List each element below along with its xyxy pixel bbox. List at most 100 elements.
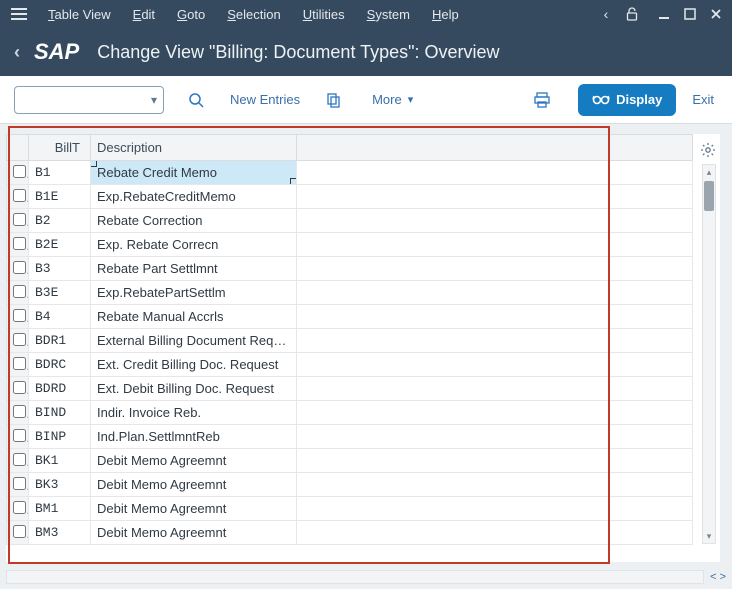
cell-description[interactable]: Ind.Plan.SettlmntReb xyxy=(91,425,297,449)
cell-billt[interactable]: B2E xyxy=(29,233,91,257)
row-select-cell[interactable] xyxy=(7,377,29,401)
cell-description[interactable]: External Billing Document Requ… xyxy=(91,329,297,353)
row-checkbox[interactable] xyxy=(13,381,26,394)
row-checkbox[interactable] xyxy=(13,429,26,442)
table-row[interactable]: B1Rebate Credit Memo xyxy=(7,161,693,185)
prev-icon[interactable]: ‹ xyxy=(598,6,614,22)
scroll-up-icon[interactable]: ▴ xyxy=(703,165,715,179)
cell-billt[interactable]: B1 xyxy=(29,161,91,185)
row-checkbox[interactable] xyxy=(13,237,26,250)
cell-description[interactable]: Rebate Credit Memo xyxy=(91,161,297,185)
exit-button[interactable]: Exit xyxy=(688,86,718,113)
horizontal-scrollbar[interactable] xyxy=(6,570,704,584)
row-checkbox[interactable] xyxy=(13,357,26,370)
display-button[interactable]: Display xyxy=(578,84,676,116)
cell-description[interactable]: Rebate Correction xyxy=(91,209,297,233)
row-checkbox[interactable] xyxy=(13,453,26,466)
table-row[interactable]: B3Rebate Part Settlmnt xyxy=(7,257,693,281)
table-row[interactable]: B1EExp.RebateCreditMemo xyxy=(7,185,693,209)
table-row[interactable]: B3EExp.RebatePartSettlm xyxy=(7,281,693,305)
table-row[interactable]: BM1Debit Memo Agreemnt xyxy=(7,497,693,521)
copy-as-icon[interactable] xyxy=(320,86,348,114)
more-button[interactable]: More ▾ xyxy=(366,86,419,113)
row-checkbox[interactable] xyxy=(13,501,26,514)
row-select-cell[interactable] xyxy=(7,497,29,521)
table-row[interactable]: B2Rebate Correction xyxy=(7,209,693,233)
cell-billt[interactable]: BM1 xyxy=(29,497,91,521)
row-select-cell[interactable] xyxy=(7,257,29,281)
menu-selection[interactable]: Selection xyxy=(217,3,290,26)
search-icon[interactable] xyxy=(182,86,210,114)
row-select-cell[interactable] xyxy=(7,353,29,377)
cell-billt[interactable]: BINP xyxy=(29,425,91,449)
cell-description[interactable]: Debit Memo Agreemnt xyxy=(91,473,297,497)
vertical-scrollbar[interactable]: ▴ ▾ xyxy=(702,164,716,544)
table-row[interactable]: BDRDExt. Debit Billing Doc. Request xyxy=(7,377,693,401)
cell-description[interactable]: Exp.RebateCreditMemo xyxy=(91,185,297,209)
cell-description[interactable]: Indir. Invoice Reb. xyxy=(91,401,297,425)
row-checkbox[interactable] xyxy=(13,261,26,274)
table-header-description[interactable]: Description xyxy=(91,135,297,161)
view-select-combo[interactable]: ▾ xyxy=(14,86,164,114)
gear-icon[interactable] xyxy=(700,142,716,161)
cell-description[interactable]: Debit Memo Agreemnt xyxy=(91,521,297,545)
menu-help[interactable]: Help xyxy=(422,3,469,26)
row-select-cell[interactable] xyxy=(7,401,29,425)
table-row[interactable]: BDR1External Billing Document Requ… xyxy=(7,329,693,353)
cell-billt[interactable]: B2 xyxy=(29,209,91,233)
cell-description[interactable]: Exp.RebatePartSettlm xyxy=(91,281,297,305)
row-select-cell[interactable] xyxy=(7,425,29,449)
cell-description[interactable]: Exp. Rebate Correcn xyxy=(91,233,297,257)
row-select-cell[interactable] xyxy=(7,185,29,209)
menu-system[interactable]: System xyxy=(357,3,420,26)
cell-billt[interactable]: B3 xyxy=(29,257,91,281)
menu-table-view[interactable]: Table View xyxy=(38,3,121,26)
menu-utilities[interactable]: Utilities xyxy=(293,3,355,26)
minimize-icon[interactable] xyxy=(656,6,672,22)
lock-open-icon[interactable] xyxy=(624,6,640,22)
cell-billt[interactable]: B4 xyxy=(29,305,91,329)
row-checkbox[interactable] xyxy=(13,405,26,418)
row-select-cell[interactable] xyxy=(7,281,29,305)
cell-description[interactable]: Debit Memo Agreemnt xyxy=(91,497,297,521)
row-checkbox[interactable] xyxy=(13,477,26,490)
row-select-cell[interactable] xyxy=(7,329,29,353)
row-checkbox[interactable] xyxy=(13,309,26,322)
cell-description[interactable]: Ext. Debit Billing Doc. Request xyxy=(91,377,297,401)
cell-billt[interactable]: BDRC xyxy=(29,353,91,377)
row-checkbox[interactable] xyxy=(13,213,26,226)
hamburger-icon[interactable] xyxy=(8,3,30,25)
nav-left-right-icon[interactable]: < > xyxy=(704,571,726,583)
row-checkbox[interactable] xyxy=(13,525,26,538)
cell-billt[interactable]: B3E xyxy=(29,281,91,305)
table-row[interactable]: BK3Debit Memo Agreemnt xyxy=(7,473,693,497)
back-button[interactable]: ‹ xyxy=(14,42,20,63)
new-entries-button[interactable]: New Entries xyxy=(220,86,310,113)
row-checkbox[interactable] xyxy=(13,165,26,178)
cell-billt[interactable]: BIND xyxy=(29,401,91,425)
table-row[interactable]: BK1Debit Memo Agreemnt xyxy=(7,449,693,473)
table-header-select[interactable] xyxy=(7,135,29,161)
row-checkbox[interactable] xyxy=(13,333,26,346)
cell-billt[interactable]: BDRD xyxy=(29,377,91,401)
menu-goto[interactable]: Goto xyxy=(167,3,215,26)
cell-description[interactable]: Rebate Manual Accrls xyxy=(91,305,297,329)
table-row[interactable]: B4Rebate Manual Accrls xyxy=(7,305,693,329)
cell-billt[interactable]: BM3 xyxy=(29,521,91,545)
print-icon[interactable] xyxy=(528,86,556,114)
cell-billt[interactable]: B1E xyxy=(29,185,91,209)
cell-billt[interactable]: BDR1 xyxy=(29,329,91,353)
cell-billt[interactable]: BK1 xyxy=(29,449,91,473)
row-select-cell[interactable] xyxy=(7,161,29,185)
table-row[interactable]: BINPInd.Plan.SettlmntReb xyxy=(7,425,693,449)
cell-billt[interactable]: BK3 xyxy=(29,473,91,497)
row-select-cell[interactable] xyxy=(7,233,29,257)
row-select-cell[interactable] xyxy=(7,209,29,233)
cell-description[interactable]: Debit Memo Agreemnt xyxy=(91,449,297,473)
menu-edit[interactable]: Edit xyxy=(123,3,165,26)
row-select-cell[interactable] xyxy=(7,449,29,473)
table-row[interactable]: BM3Debit Memo Agreemnt xyxy=(7,521,693,545)
row-select-cell[interactable] xyxy=(7,305,29,329)
cell-description[interactable]: Ext. Credit Billing Doc. Request xyxy=(91,353,297,377)
maximize-icon[interactable] xyxy=(682,6,698,22)
